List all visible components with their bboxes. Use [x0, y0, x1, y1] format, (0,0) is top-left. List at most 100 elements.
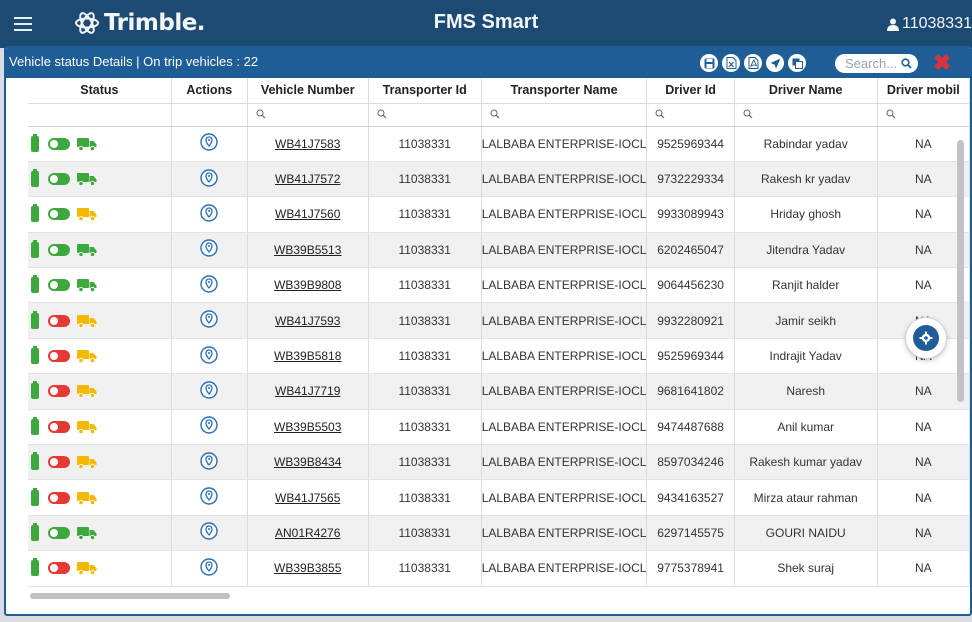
actions-cell	[171, 196, 248, 233]
excel-icon[interactable]	[722, 54, 740, 72]
status-cell	[28, 126, 172, 162]
table-row[interactable]: WB41J7583 11038331 LALBABA ENTERPRISE-IOCL…	[28, 126, 970, 162]
table-row[interactable]: WB39B5818 11038331 LALBABA ENTERPRISE-IOCL…	[28, 338, 970, 375]
truck-icon	[77, 562, 97, 576]
hamburger-menu-icon[interactable]	[14, 17, 32, 31]
col-header-transporter-name[interactable]: Transporter Name	[481, 78, 648, 104]
vehicle-number-link[interactable]: WB39B8434	[274, 455, 341, 469]
actions-cell	[171, 550, 248, 587]
user-menu[interactable]: 11038331	[887, 15, 972, 33]
vehicle-number-cell: WB39B9808	[247, 267, 369, 304]
location-pin-icon[interactable]	[200, 558, 218, 576]
vehicle-number-link[interactable]: WB41J7583	[275, 137, 340, 151]
vehicle-number-link[interactable]: WB39B9808	[274, 278, 341, 292]
driver-name-cell: Shek suraj	[734, 550, 878, 587]
vehicle-number-link[interactable]: WB41J7565	[275, 491, 340, 505]
table-row[interactable]: WB41J7565 11038331 LALBABA ENTERPRISE-IOCL…	[28, 479, 970, 516]
vehicle-number-link[interactable]: WB39B5503	[274, 420, 341, 434]
location-pin-icon[interactable]	[200, 239, 218, 258]
search-icon[interactable]	[901, 58, 912, 69]
table-row[interactable]: AN01R4276 11038331 LALBABA ENTERPRISE-IOCL…	[28, 515, 970, 552]
vehicle-number-link[interactable]: WB41J7560	[275, 207, 340, 221]
vehicle-number-cell: WB41J7560	[247, 196, 369, 233]
col-header-status[interactable]: Status	[28, 78, 172, 104]
driver-id-cell: 9064456230	[646, 267, 735, 304]
location-pin-icon[interactable]	[200, 204, 218, 222]
vehicle-number-link[interactable]: WB39B5513	[274, 243, 341, 257]
ignition-toggle-icon	[48, 279, 70, 292]
send-icon[interactable]	[766, 54, 784, 72]
transporter-name-cell: LALBABA ENTERPRISE-IOCL	[481, 126, 648, 162]
filter-search-icon	[256, 109, 266, 118]
actions-cell	[171, 444, 248, 481]
filter-cell-actions	[171, 103, 248, 127]
actions-cell	[171, 515, 248, 552]
driver-id-cell: 6297145575	[646, 515, 735, 552]
gear-icon	[913, 325, 939, 351]
truck-icon	[77, 526, 97, 540]
truck-icon	[77, 243, 97, 257]
location-pin-icon[interactable]	[200, 345, 218, 364]
filter-vehicle-number[interactable]	[247, 103, 369, 127]
location-pin-icon[interactable]	[200, 168, 218, 187]
col-header-transporter-id[interactable]: Transporter Id	[368, 78, 482, 104]
vehicle-number-link[interactable]: WB39B3855	[274, 561, 341, 575]
truck-icon	[77, 314, 97, 328]
table-row[interactable]: WB41J7572 11038331 LALBABA ENTERPRISE-IOCL…	[28, 161, 970, 198]
battery-icon	[31, 346, 39, 365]
search-input[interactable]	[845, 56, 905, 71]
driver-name-cell: Anil kumar	[734, 409, 878, 446]
ignition-toggle-icon	[48, 385, 70, 398]
vehicle-number-link[interactable]: AN01R4276	[275, 526, 340, 540]
location-pin-icon[interactable]	[200, 487, 218, 505]
table-row[interactable]: WB39B5513 11038331 LALBABA ENTERPRISE-IOCL…	[28, 232, 970, 269]
col-header-actions[interactable]: Actions	[171, 78, 248, 104]
table-row[interactable]: WB39B3855 11038331 LALBABA ENTERPRISE-IOCL…	[28, 550, 970, 587]
filter-cell-status	[28, 103, 172, 127]
vehicle-number-link[interactable]: WB41J7572	[275, 172, 340, 186]
driver-name-cell: Ranjit halder	[734, 267, 878, 304]
col-header-driver-name[interactable]: Driver Name	[734, 78, 878, 104]
vehicle-number-cell: WB39B5513	[247, 232, 369, 269]
ignition-toggle-icon	[48, 137, 70, 150]
table-row[interactable]: WB41J7593 11038331 LALBABA ENTERPRISE-IOCL…	[28, 302, 970, 339]
filter-transporter-id[interactable]	[368, 103, 482, 127]
location-pin-icon[interactable]	[200, 310, 218, 328]
col-header-driver-mobile[interactable]: Driver mobil	[877, 78, 970, 104]
driver-name-cell: Naresh	[734, 373, 878, 410]
vehicle-number-link[interactable]: WB41J7719	[275, 384, 340, 398]
filter-driver-mobile[interactable]	[877, 103, 970, 127]
location-pin-icon[interactable]	[200, 522, 218, 541]
status-cell	[28, 409, 172, 446]
close-icon[interactable]: ✖	[933, 50, 951, 76]
filter-transporter-name[interactable]	[481, 103, 648, 127]
vehicle-number-link[interactable]: WB41J7593	[275, 314, 340, 328]
copy-icon[interactable]	[788, 54, 806, 72]
location-pin-icon[interactable]	[200, 452, 218, 470]
col-header-vehicle-number[interactable]: Vehicle Number	[247, 78, 369, 104]
table-row[interactable]: WB39B8434 11038331 LALBABA ENTERPRISE-IOCL…	[28, 444, 970, 481]
transporter-id-cell: 11038331	[368, 409, 482, 446]
user-icon	[887, 18, 899, 31]
table-row[interactable]: WB39B9808 11038331 LALBABA ENTERPRISE-IOCL…	[28, 267, 970, 304]
vertical-scrollbar-thumb[interactable]	[957, 140, 964, 402]
table-row[interactable]: WB41J7719 11038331 LALBABA ENTERPRISE-IOCL…	[28, 373, 970, 410]
actions-cell	[171, 161, 248, 198]
horizontal-scrollbar-thumb[interactable]	[30, 593, 230, 599]
pdf-icon[interactable]	[744, 54, 762, 72]
transporter-id-cell: 11038331	[368, 479, 482, 516]
location-pin-icon[interactable]	[200, 275, 218, 293]
vehicle-number-link[interactable]: WB39B5818	[274, 349, 341, 363]
location-pin-icon[interactable]	[200, 133, 218, 151]
location-pin-icon[interactable]	[200, 416, 218, 435]
battery-icon	[31, 381, 39, 400]
battery-icon	[31, 452, 39, 471]
col-header-driver-id[interactable]: Driver Id	[646, 78, 735, 104]
filter-driver-id[interactable]	[646, 103, 735, 127]
filter-driver-name[interactable]	[734, 103, 878, 127]
settings-fab[interactable]	[906, 318, 946, 358]
save-icon[interactable]	[700, 54, 718, 72]
table-row[interactable]: WB41J7560 11038331 LALBABA ENTERPRISE-IOCL…	[28, 196, 970, 233]
location-pin-icon[interactable]	[200, 381, 218, 399]
table-row[interactable]: WB39B5503 11038331 LALBABA ENTERPRISE-IOCL…	[28, 409, 970, 446]
